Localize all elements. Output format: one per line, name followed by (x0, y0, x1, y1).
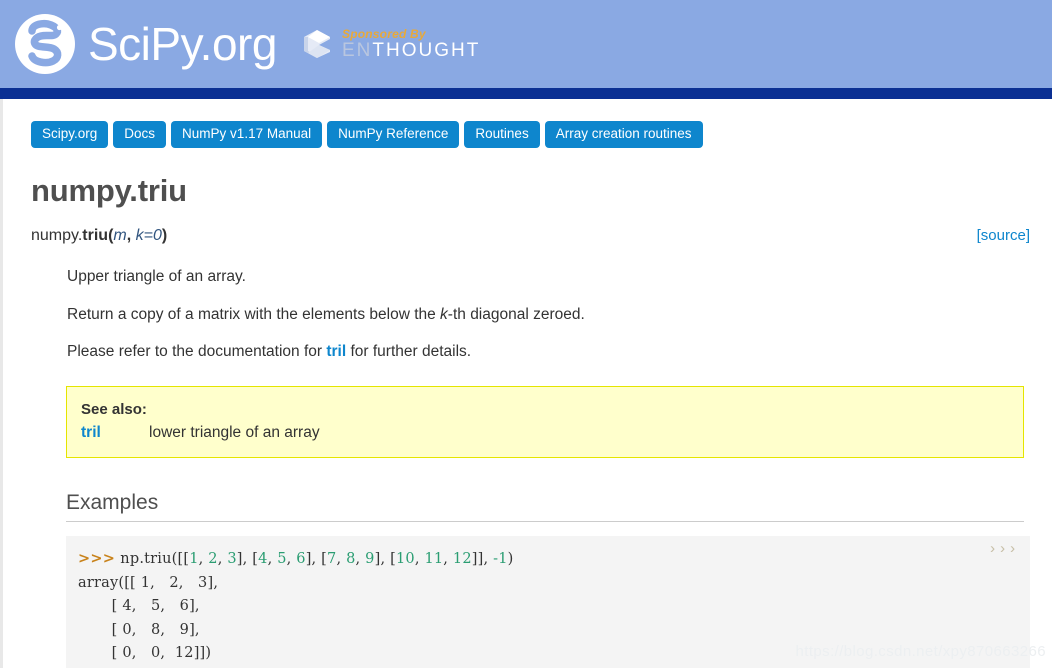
code-token-plain: ]], (471, 551, 494, 568)
examples-heading: Examples (66, 490, 1024, 523)
breadcrumb-item-routines[interactable]: Routines (464, 121, 540, 148)
scipy-brand[interactable]: SciPy.org (12, 6, 277, 82)
see-also-definition: lower triangle of an array (149, 423, 320, 441)
description-paragraph-2: Return a copy of a matrix with the eleme… (67, 305, 1052, 326)
page-body: Scipy.org Docs NumPy v1.17 Manual NumPy … (0, 99, 1052, 668)
breadcrumb-item-numpy-reference[interactable]: NumPy Reference (327, 121, 460, 148)
code-token-plain: , (336, 551, 347, 568)
paragraph-2-post: -th diagonal zeroed. (447, 305, 585, 323)
code-token-plain: , (217, 551, 228, 568)
code-line: array([[ 1, 2, 3], (78, 572, 1018, 596)
code-token-plain: [ 0, 0, 12]]) (78, 645, 212, 662)
code-token-num: 11 (424, 551, 444, 568)
prompt-toggle-icon[interactable]: ››› (988, 542, 1018, 557)
code-token-plain: array([[ 1, 2, 3], (78, 574, 219, 591)
code-token-num: 10 (395, 551, 415, 568)
breadcrumb-item-docs[interactable]: Docs (113, 121, 167, 148)
code-token-plain: , (198, 551, 209, 568)
navbar-rule (0, 88, 1052, 99)
code-token-num: 3 (227, 551, 237, 568)
code-token-num: 5 (277, 551, 287, 568)
code-token-plain: [ 4, 5, 6], (78, 598, 200, 615)
source-link[interactable]: [source] (977, 228, 1030, 243)
description-paragraph-3: Please refer to the documentation for tr… (67, 342, 1052, 363)
code-token-num: -1 (493, 551, 508, 568)
signature-param-k: k=0 (135, 226, 162, 244)
enthought-wordmark-thought: THOUGHT (372, 40, 481, 61)
signature-param-separator: , (126, 226, 136, 244)
code-token-num: 12 (452, 551, 472, 568)
paragraph-3-post: for further details. (346, 343, 472, 361)
code-token-num: 2 (208, 551, 218, 568)
tril-link[interactable]: tril (326, 343, 346, 360)
sponsored-by-label: Sponsored By (342, 27, 426, 41)
enthought-wordmark-en: EN (342, 40, 373, 61)
function-signature-row: numpy.triu(m, k=0) [source] (31, 226, 1052, 250)
see-also-row: tril lower triangle of an array (81, 424, 1023, 442)
scipy-logo-icon (15, 14, 75, 74)
code-token-num: 8 (346, 551, 356, 568)
site-header: SciPy.org Sponsored By ENTHOUGHT (0, 0, 1052, 88)
signature-close-paren: ) (161, 226, 168, 244)
enthought-wordmark: ENTHOUGHT (342, 41, 480, 60)
code-line: [ 0, 8, 9], (78, 619, 1018, 643)
code-token-plain: , (443, 551, 453, 568)
code-token-plain: ], [ (374, 551, 396, 568)
signature-function-name: triu (82, 226, 109, 244)
signature-module: numpy. (31, 226, 83, 244)
enthought-logo-icon (304, 30, 330, 58)
code-token-num: 9 (365, 551, 375, 568)
see-also-box: See also: tril lower triangle of an arra… (66, 386, 1024, 458)
code-line: [ 4, 5, 6], (78, 595, 1018, 619)
code-token-num: 1 (189, 551, 199, 568)
code-token-plain: , (267, 551, 278, 568)
see-also-title: See also: (81, 401, 147, 419)
code-token-plain: np.triu([[ (120, 551, 190, 568)
code-lines: >>> np.triu([[1, 2, 3], [4, 5, 6], [7, 8… (78, 547, 1018, 666)
code-token-plain: ], [ (236, 551, 259, 568)
description-paragraph-1: Upper triangle of an array. (67, 267, 246, 285)
code-token-plain: [ 0, 8, 9], (78, 621, 200, 638)
code-token-plain: , (414, 551, 425, 568)
scipy-wordmark: SciPy.org (88, 18, 277, 70)
page-title: numpy.triu (31, 172, 187, 208)
paragraph-3-pre: Please refer to the documentation for (67, 343, 327, 361)
paragraph-2-pre: Return a copy of a matrix with the eleme… (67, 305, 441, 323)
breadcrumb-item-scipy-org[interactable]: Scipy.org (31, 121, 109, 148)
code-token-prompt: >>> (78, 550, 121, 568)
code-block: ››› >>> np.triu([[1, 2, 3], [4, 5, 6], [… (66, 536, 1030, 668)
function-signature: numpy.triu(m, k=0) (31, 226, 1024, 244)
signature-param-m: m (113, 226, 127, 244)
code-token-plain: ) (507, 551, 514, 568)
breadcrumb-item-array-creation-routines[interactable]: Array creation routines (544, 121, 703, 148)
code-token-plain: ], [ (305, 551, 328, 568)
code-token-plain: , (286, 551, 297, 568)
breadcrumb-item-numpy-manual[interactable]: NumPy v1.17 Manual (171, 121, 323, 148)
code-line: >>> np.triu([[1, 2, 3], [4, 5, 6], [7, 8… (78, 547, 1018, 572)
paragraph-2-italic-k: k (440, 305, 448, 323)
see-also-term-tril[interactable]: tril (81, 424, 149, 442)
code-line: [ 0, 0, 12]]) (78, 642, 1018, 666)
breadcrumb: Scipy.org Docs NumPy v1.17 Manual NumPy … (3, 99, 1052, 148)
code-token-num: 6 (296, 551, 306, 568)
code-token-plain: , (355, 551, 366, 568)
enthought-sponsor-block[interactable]: Sponsored By ENTHOUGHT (300, 22, 480, 66)
sponsor-text-block: Sponsored By ENTHOUGHT (342, 28, 480, 60)
code-token-num: 4 (258, 551, 268, 568)
